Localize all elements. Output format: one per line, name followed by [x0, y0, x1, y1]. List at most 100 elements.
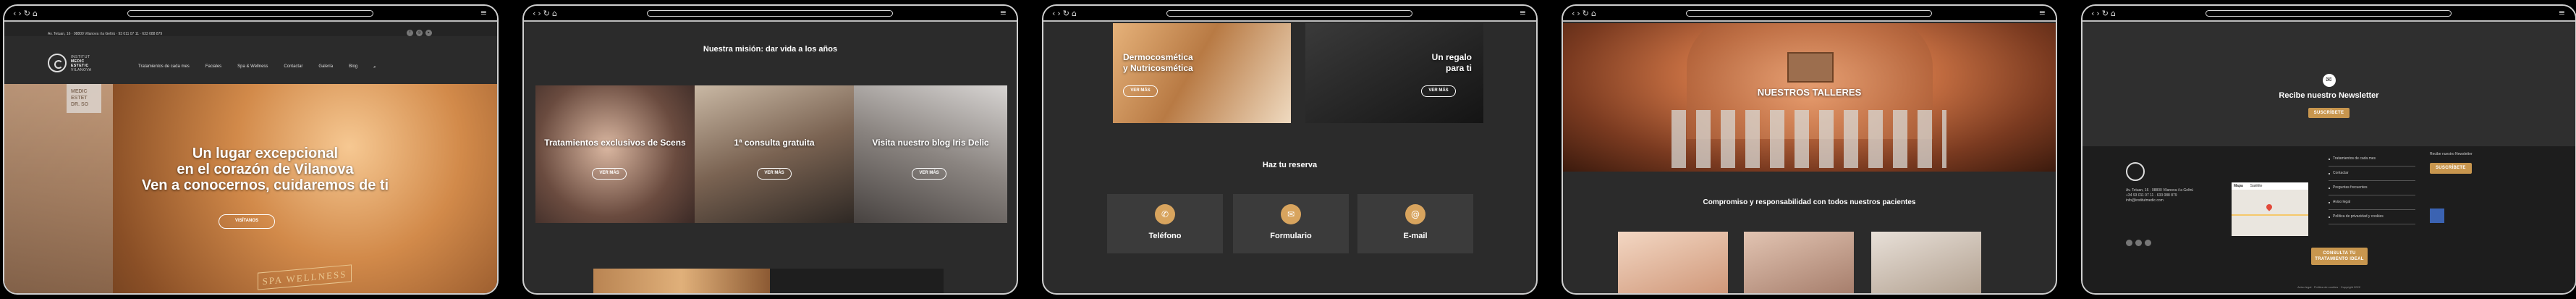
- subscribe-button[interactable]: SUSCRÍBETE: [2308, 108, 2350, 118]
- hamburger-icon[interactable]: ≡: [2559, 8, 2565, 18]
- card-blog[interactable]: Visita nuestro blog Iris Delic VER MÁS: [854, 85, 1007, 223]
- footer-links: Tratamientos de cada mes Contactar Pregu…: [2329, 152, 2415, 224]
- footer-link[interactable]: Política de privacidad y cookies: [2329, 210, 2415, 224]
- youtube-icon[interactable]: ▸: [425, 30, 432, 36]
- viewport: Av. Tetuan, 16 · 08800 Vilanova i la Gel…: [4, 23, 497, 293]
- footer-link[interactable]: Preguntas frecuentes: [2329, 181, 2415, 195]
- browser-window-footer: ‹›↻⌂ ≡ ✉ Recibe nuestro Newsletter SUSCR…: [2081, 4, 2576, 295]
- card-caption: 1ª consulta gratuita: [734, 138, 815, 148]
- copyright-text: Aviso legal · Política de cookies · Copy…: [2297, 285, 2360, 289]
- footer-newsletter: Recibe nuestro Newsletter SUSCRÍBETE: [2430, 152, 2495, 223]
- hero-line: en el corazón de Vilanova: [177, 161, 354, 177]
- address-bar[interactable]: [2206, 10, 2452, 17]
- menu-item[interactable]: Faciales: [206, 64, 221, 70]
- hero-line: Un lugar excepcional: [192, 146, 339, 161]
- address-bar[interactable]: [127, 10, 373, 17]
- tile-caption: Un regalo para ti: [1432, 52, 1472, 74]
- footer-subscribe-button[interactable]: SUSCRÍBETE: [2430, 163, 2472, 174]
- tile-cosmetics[interactable]: Dermocosmética y Nutricosmética VER MÁS: [1113, 23, 1291, 123]
- browser-toolbar: ‹›↻⌂ ≡: [2083, 6, 2575, 22]
- hamburger-icon[interactable]: ≡: [480, 8, 487, 18]
- facebook-icon[interactable]: f: [407, 30, 413, 36]
- viewport: Dermocosmética y Nutricosmética VER MÁS …: [1043, 23, 1536, 293]
- phone-icon: ✆: [1155, 204, 1175, 224]
- wall-logo-text: DR. SO: [71, 102, 89, 107]
- contact-email[interactable]: @ E-mail: [1357, 194, 1473, 253]
- instagram-icon[interactable]: ◎: [416, 30, 423, 36]
- address-bar[interactable]: [1686, 10, 1932, 17]
- footer-link[interactable]: Tratamientos de cada mes: [2329, 152, 2415, 167]
- browser-nav-icons[interactable]: ‹›↻⌂: [533, 9, 559, 17]
- tile-caption-line: para ti: [1445, 63, 1472, 73]
- site-logo[interactable]: INSTITUT MEDIC ESTETIC VILANOVA: [48, 51, 106, 77]
- browser-window-home: ‹›↻⌂ ≡ Av. Tetuan, 16 · 08800 Vilanova i…: [3, 4, 499, 295]
- browser-nav-icons[interactable]: ‹›↻⌂: [2091, 9, 2118, 17]
- map-tab[interactable]: Satélite: [2250, 184, 2263, 188]
- card-more-button[interactable]: VER MÁS: [592, 168, 627, 180]
- browser-nav-icons[interactable]: ‹›↻⌂: [1052, 9, 1079, 17]
- card-more-button[interactable]: VER MÁS: [912, 168, 946, 180]
- address-bar[interactable]: [1166, 10, 1412, 17]
- hamburger-icon[interactable]: ≡: [2039, 8, 2046, 18]
- menu-item[interactable]: Tratamientos de cada mes: [138, 64, 190, 70]
- menu-item[interactable]: Spa & Wellness: [237, 64, 268, 70]
- card-treatments[interactable]: Tratamientos exclusivos de Scens VER MÁS: [535, 85, 695, 223]
- browser-nav-icons[interactable]: ‹›↻⌂: [13, 9, 40, 17]
- workshops-title: NUESTROS TALLERES: [1757, 87, 1862, 98]
- search-icon[interactable]: ⌕: [373, 64, 376, 70]
- social-links: f ◎ ▸: [407, 30, 432, 36]
- hero-banner: MEDIC ESTET DR. SO Un lugar excepcional …: [4, 84, 497, 293]
- menu-item[interactable]: Blog: [349, 64, 357, 70]
- footer-logo-icon: [2126, 162, 2145, 181]
- tile-caption-line: y Nutricosmética: [1123, 63, 1193, 73]
- card-more-button[interactable]: VER MÁS: [757, 168, 792, 180]
- menu-item[interactable]: Contactar: [284, 64, 302, 70]
- preview-image: [770, 269, 944, 293]
- main-nav: INSTITUT MEDIC ESTETIC VILANOVA Tratamie…: [4, 43, 497, 84]
- viewport: NUESTROS TALLERES Compromiso y responsab…: [1563, 23, 2056, 293]
- hero-heading: Un lugar excepcional en el corazón de Vi…: [33, 146, 497, 193]
- browser-toolbar: ‹›↻⌂ ≡: [1563, 6, 2056, 22]
- ideal-treatment-button[interactable]: CONSULTA TU TRATAMIENTO IDEAL: [2311, 248, 2368, 265]
- card-consultation[interactable]: 1ª consulta gratuita VER MÁS: [695, 85, 854, 223]
- menu-item[interactable]: Galería: [318, 64, 333, 70]
- facebook-icon[interactable]: [2126, 240, 2132, 246]
- address-bar[interactable]: [647, 10, 893, 17]
- hamburger-icon[interactable]: ≡: [1000, 8, 1007, 18]
- map-tab[interactable]: Mapa: [2234, 184, 2243, 188]
- location-map[interactable]: Mapa Satélite: [2232, 182, 2308, 236]
- newsletter-icon: ✉: [2322, 74, 2336, 87]
- tile-caption-line: Dermocosmética: [1123, 52, 1193, 62]
- tile-caption-line: Un regalo: [1431, 52, 1472, 62]
- contact-form[interactable]: ✉ Formulario: [1233, 194, 1349, 253]
- browser-nav-icons[interactable]: ‹›↻⌂: [1572, 9, 1598, 17]
- preview-image: [593, 269, 770, 293]
- footer-link[interactable]: Contactar: [2329, 167, 2415, 181]
- contact-label: E-mail: [1403, 232, 1428, 240]
- youtube-icon[interactable]: [2145, 240, 2151, 246]
- contact-phone[interactable]: ✆ Teléfono: [1107, 194, 1223, 253]
- footer-link[interactable]: Aviso legal: [2329, 195, 2415, 210]
- browser-window-mission: ‹›↻⌂ ≡ Nuestra misión: dar vida a los añ…: [522, 4, 1018, 295]
- projector-screen: [1787, 52, 1834, 83]
- card-caption: Visita nuestro blog Iris Delic: [872, 138, 989, 148]
- footer-email[interactable]: info@institutmedic.com: [2126, 198, 2198, 203]
- form-icon: ✉: [1281, 204, 1301, 224]
- site-footer: Av. Tetuan, 16 · 08800 Vilanova i la Gel…: [2083, 146, 2575, 293]
- tile-caption: Dermocosmética y Nutricosmética: [1123, 52, 1193, 74]
- map-road: [2232, 214, 2308, 216]
- instagram-icon[interactable]: [2135, 240, 2142, 246]
- reserve-title: Haz tu reserva: [1262, 161, 1318, 169]
- visit-button[interactable]: VISÍTANOS: [219, 214, 275, 229]
- tile-more-button[interactable]: VER MÁS: [1421, 85, 1456, 97]
- tile-gift[interactable]: Un regalo para ti VER MÁS: [1305, 23, 1483, 123]
- workshops-banner: NUESTROS TALLERES: [1563, 23, 2056, 172]
- patient-photo: [1744, 232, 1854, 293]
- badge-image: [2430, 209, 2444, 223]
- wall-logo-text: ESTET: [71, 96, 88, 101]
- patient-photo: [1618, 232, 1728, 293]
- hamburger-icon[interactable]: ≡: [1520, 8, 1526, 18]
- tile-more-button[interactable]: VER MÁS: [1123, 85, 1158, 97]
- browser-toolbar: ‹›↻⌂ ≡: [1043, 6, 1536, 22]
- card-caption: Tratamientos exclusivos de Scens: [544, 138, 686, 148]
